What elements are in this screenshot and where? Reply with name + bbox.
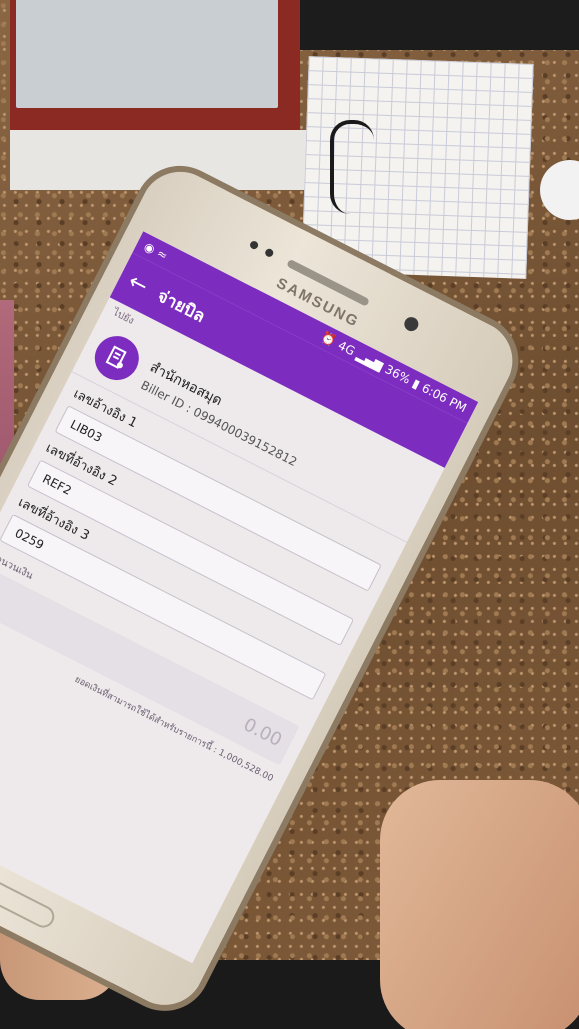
page-title: จ่ายบิล xyxy=(154,285,209,327)
network-label: 4G xyxy=(335,338,358,359)
biller-logo xyxy=(87,328,147,388)
black-cable xyxy=(330,120,374,214)
paper-sheet xyxy=(16,0,278,108)
back-arrow-icon[interactable]: ← xyxy=(124,268,152,299)
black-device xyxy=(300,0,579,50)
wifi-icon: ≈ xyxy=(154,245,171,263)
messenger-icon: ◉ xyxy=(141,239,158,257)
alarm-icon: ⏰ xyxy=(318,329,339,349)
right-hand xyxy=(380,780,579,1029)
receipt-icon xyxy=(105,345,127,369)
white-cloth xyxy=(540,160,579,220)
photo-scene: SAMSUNG ◉ ≈ ⏰ 4G ▂▄▆ 36% ▮ 6:06 PM ← จ่า xyxy=(0,0,579,1029)
